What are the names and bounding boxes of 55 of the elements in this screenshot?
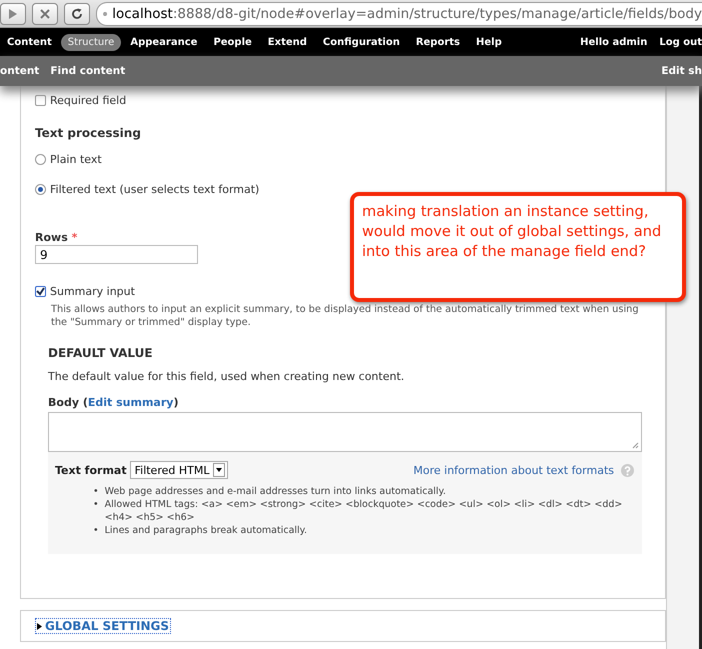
resize-grip-icon — [632, 442, 639, 449]
summary-checkbox[interactable] — [35, 286, 46, 297]
logout-link[interactable]: Log out — [659, 36, 702, 48]
edit-shortcuts-link[interactable]: Edit sh — [661, 65, 702, 77]
edit-summary-link[interactable]: Edit summary — [88, 396, 174, 409]
more-info-link[interactable]: More information about text formats — [413, 464, 614, 476]
radio-button[interactable] — [35, 154, 46, 165]
close-icon — [40, 8, 50, 18]
required-mark: * — [72, 231, 78, 244]
radio-button[interactable] — [35, 184, 46, 195]
toolbar-tab[interactable]: Appearance — [123, 34, 204, 50]
text-format-select[interactable]: Filtered HTML — [130, 461, 228, 479]
parenthesis: ) — [173, 396, 178, 409]
text-format-label: Text format — [55, 464, 127, 476]
toolbar-tab[interactable]: Structure — [60, 34, 122, 50]
format-tip: Allowed HTML tags: <a> <em> <strong> <cite> <blockquote> <code> <ul> <ol> <li> <dl> <dt> <dd> <h4> <h5> <h6> — [104, 498, 624, 524]
url-text: localhost:8888/d8-git/node#overlay=admin/structure/types/manage/article/fields/body — [112, 6, 702, 22]
format-tip: Lines and paragraphs break automatically. — [104, 524, 307, 537]
bullet: • — [93, 485, 99, 498]
play-icon — [9, 8, 17, 18]
radio-label: Plain text — [50, 153, 102, 166]
toolbar-tab[interactable]: Extend — [260, 34, 314, 50]
address-bar[interactable]: localhost:8888/d8-git/node#overlay=admin/structure/types/manage/article/fields/body — [96, 2, 702, 26]
parenthesis: ( — [82, 396, 88, 409]
default-value-description: The default value for this field, used when creating new content. — [48, 370, 406, 383]
radio-label: Filtered text (user selects text format) — [50, 183, 260, 196]
shortcut-link[interactable]: ontent — [0, 65, 40, 77]
user-greeting: Hello admin — [580, 36, 648, 48]
toolbar-tab[interactable]: Configuration — [316, 34, 407, 50]
annotation-callout: making translation an instance setting, would move it out of global settings, and into this area of the manage field end? — [350, 192, 686, 302]
bullet: • — [93, 498, 99, 511]
rows-input[interactable]: 9 — [35, 245, 198, 264]
bullet: • — [93, 524, 99, 537]
caret-icon — [216, 468, 222, 472]
caret-right-icon — [37, 622, 42, 630]
required-label: Required field — [50, 94, 126, 107]
section-heading: Text processing — [35, 126, 142, 140]
reload-icon — [71, 8, 83, 20]
help-icon — [621, 464, 634, 476]
shortcut-link[interactable]: Find content — [50, 65, 126, 77]
toolbar-tab[interactable]: Reports — [408, 34, 468, 50]
format-tip: Web page addresses and e-mail addresses turn into links automatically. — [104, 485, 446, 498]
toolbar-tab[interactable]: Content — [0, 34, 59, 50]
global-settings-toggle[interactable]: GLOBAL SETTINGS — [35, 618, 172, 634]
rows-label: Rows — [35, 231, 68, 244]
reload-button[interactable] — [64, 2, 90, 24]
section-heading: DEFAULT VALUE — [48, 346, 154, 360]
toolbar-tab[interactable]: Help — [469, 34, 509, 50]
toolbar-tab[interactable]: People — [206, 34, 259, 50]
required-checkbox[interactable] — [35, 95, 46, 106]
body-label: Body — [48, 396, 79, 409]
forward-button[interactable] — [0, 2, 26, 24]
summary-label: Summary input — [50, 285, 135, 298]
summary-description: This allows authors to input an explicit summary, to be displayed instead of the automatically trimmed text when using the "Summary or trimmed" display type. — [51, 303, 640, 329]
stop-button[interactable] — [32, 2, 58, 24]
